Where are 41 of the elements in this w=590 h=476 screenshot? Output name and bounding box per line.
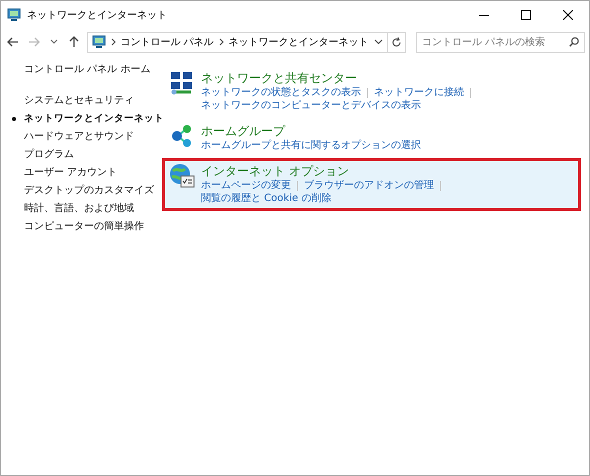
up-icon — [69, 36, 80, 48]
refresh-button[interactable] — [388, 32, 406, 52]
category-link[interactable]: ネットワークと共有センター — [201, 70, 357, 86]
search-icon — [568, 36, 579, 46]
sidebar-item[interactable]: 時計、言語、および地域 — [24, 202, 134, 215]
maximize-icon — [521, 10, 531, 20]
control-panel-icon — [92, 35, 106, 49]
chevron-icon — [218, 38, 224, 46]
sidebar-item[interactable]: デスクトップのカスタマイズ — [24, 184, 154, 197]
task-link[interactable]: ブラウザーのアドオンの管理 — [304, 179, 434, 192]
category-link[interactable]: インターネット オプション — [201, 163, 349, 179]
recent-dropdown-icon — [50, 39, 58, 45]
task-link[interactable]: ネットワークに接続 — [374, 86, 464, 99]
control-panel-icon — [7, 8, 21, 22]
category-link[interactable]: ホームグループ — [201, 123, 285, 139]
sidebar-item[interactable]: ハードウェアとサウンド — [24, 130, 134, 143]
task-link[interactable]: ホームページの変更 — [201, 179, 291, 192]
task-link[interactable]: 閲覧の履歴と Cookie の削除 — [201, 192, 332, 205]
address-bar[interactable]: コントロール パネル ネットワークとインターネット — [86, 32, 388, 52]
window-title: ネットワークとインターネット — [27, 9, 167, 22]
breadcrumb[interactable]: コントロール パネル — [120, 35, 214, 49]
search-field[interactable]: コントロール パネルの検索 — [416, 32, 585, 52]
chevron-icon — [110, 38, 116, 46]
task-link[interactable]: ネットワークの状態とタスクの表示 — [201, 86, 361, 99]
network-computers-icon — [169, 70, 195, 96]
bullet-icon — [12, 116, 16, 120]
refresh-icon — [390, 36, 402, 48]
sidebar-item[interactable]: ネットワークとインターネット — [24, 112, 164, 125]
breadcrumb[interactable]: ネットワークとインターネット — [228, 35, 369, 49]
sidebar-item[interactable]: コンピューターの簡単操作 — [24, 220, 144, 233]
sidebar-item[interactable]: ユーザー アカウント — [24, 166, 118, 179]
sidebar-item[interactable]: システムとセキュリティ — [24, 94, 134, 107]
globe-settings-icon — [169, 163, 195, 189]
close-icon — [563, 10, 573, 20]
dropdown-icon — [374, 39, 383, 45]
task-link[interactable]: ホームグループと共有に関するオプションの選択 — [201, 139, 421, 152]
back-icon — [7, 37, 20, 47]
sidebar-item[interactable]: コントロール パネル ホーム — [24, 63, 150, 76]
task-link[interactable]: ネットワークのコンピューターとデバイスの表示 — [201, 99, 421, 112]
forward-icon — [28, 37, 40, 47]
sidebar-item[interactable]: プログラム — [24, 148, 74, 161]
